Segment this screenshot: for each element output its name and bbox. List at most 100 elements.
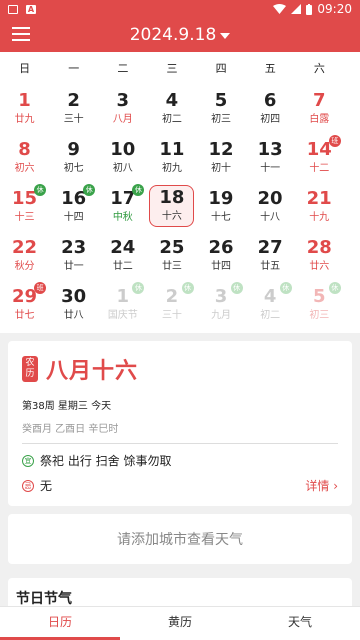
holiday-badge: 休 <box>132 184 145 196</box>
day-cell[interactable]: 21 十九 <box>295 182 344 231</box>
lunar-date: 八月十六 <box>46 359 139 384</box>
weekday-label: 五 <box>264 62 276 75</box>
day-cell[interactable]: 26 廿四 <box>197 231 246 280</box>
day-cell[interactable]: 1 国庆节 休 <box>98 280 147 329</box>
day-number: 12 <box>208 138 234 160</box>
day-cell[interactable]: 3 八月 <box>98 84 147 133</box>
wifi-icon <box>273 4 287 14</box>
ji-row: 忌 无 详情 › <box>22 477 338 494</box>
day-cell[interactable]: 12 初十 <box>197 133 246 182</box>
day-cell[interactable]: 6 初四 <box>246 84 295 133</box>
day-cell[interactable]: 22 秋分 <box>0 231 49 280</box>
lunar-day: 三十 <box>161 309 182 321</box>
calendar: 日一二三四五六 1 廿九 2 三十 3 八月 4 初二 5 初三 6 初四 7 白露 8 初六 9 初七 10 初八 1… <box>0 52 360 333</box>
day-number: 28 <box>306 236 332 258</box>
day-cell[interactable]: 7 白露 <box>295 84 344 133</box>
signal-icon <box>291 4 302 14</box>
lunar-day: 八月 <box>112 113 133 125</box>
day-cell[interactable]: 23 廿一 <box>49 231 98 280</box>
lunar-day: 廿六 <box>309 260 330 272</box>
holiday-badge: 休 <box>279 282 292 294</box>
lunar-day: 初八 <box>112 162 133 174</box>
day-number: 11 <box>159 138 185 160</box>
lunar-day: 十三 <box>14 211 35 223</box>
festival-title: 节日节气 <box>16 591 72 607</box>
day-cell[interactable]: 16 十四休 <box>49 182 98 231</box>
tab-0[interactable]: 日历 <box>0 607 120 640</box>
day-cell[interactable]: 5 初三 <box>197 84 246 133</box>
day-cell[interactable]: 14 十二 班 <box>295 133 344 182</box>
day-cell[interactable]: 17 中秋休 <box>98 182 147 231</box>
day-number: 2 <box>165 285 179 307</box>
day-cell[interactable]: 15 十三休 <box>0 182 49 231</box>
battery-icon <box>306 3 313 15</box>
day-number: 25 <box>159 236 185 258</box>
tab-bar: 日历 黄历 天气 <box>0 606 360 640</box>
lunar-day: 初三 <box>309 309 330 321</box>
lunar-day: 初四 <box>260 113 281 125</box>
holiday-badge: 休 <box>230 282 243 294</box>
day-cell[interactable]: 29 廿七班 <box>0 280 49 329</box>
day-cell[interactable]: 28 廿六 <box>295 231 344 280</box>
day-cell[interactable]: 10 初八 <box>98 133 147 182</box>
lunar-tag: 农 历 <box>22 356 38 382</box>
day-number: 14 <box>306 138 332 160</box>
day-cell[interactable]: 1 廿九 <box>0 84 49 133</box>
weekday-label: 二 <box>117 62 129 75</box>
day-number: 18 <box>159 187 185 208</box>
detail-link[interactable]: 详情 › <box>305 477 338 494</box>
lunar-day: 初十 <box>211 162 232 174</box>
day-number: 7 <box>313 89 326 111</box>
day-cell[interactable]: 4 初二 休 <box>246 280 295 329</box>
image-icon <box>8 4 18 14</box>
day-cell[interactable]: 4 初二 <box>147 84 196 133</box>
day-cell[interactable]: 30 廿八 <box>49 280 98 329</box>
day-number: 5 <box>313 285 326 307</box>
ji-text: 无 <box>40 479 53 493</box>
lunar-day: 廿五 <box>260 260 281 272</box>
day-number: 4 <box>165 89 179 111</box>
day-number: 23 <box>61 236 87 258</box>
lunar-day: 三十 <box>63 113 84 125</box>
yi-icon: 宜 <box>22 454 34 467</box>
weather-card[interactable]: 请添加城市查看天气 <box>8 514 352 564</box>
calendar-grid: 1 廿九 2 三十 3 八月 4 初二 5 初三 6 初四 7 白露 8 初六 9 初七 10 初八 11 初九 12 初十 1… <box>0 84 360 329</box>
day-number: 3 <box>116 89 130 111</box>
day-cell[interactable]: 8 初六 <box>0 133 49 182</box>
day-cell[interactable]: 13 十一 <box>246 133 295 182</box>
day-number: 2 <box>67 89 80 111</box>
day-cell[interactable]: 2 三十 <box>49 84 98 133</box>
yi-text: 祭祀 出行 扫舍 馀事勿取 <box>40 454 172 468</box>
menu-icon[interactable] <box>12 27 30 43</box>
caret-down-icon <box>220 33 231 39</box>
lunar-day: 十六 <box>161 211 182 222</box>
day-cell[interactable]: 9 初七 <box>49 133 98 182</box>
tab-1[interactable]: 黄历 <box>120 607 240 640</box>
day-cell[interactable]: 11 初九 <box>147 133 196 182</box>
weekday-label: 日 <box>19 62 31 75</box>
workday-badge: 班 <box>328 135 341 147</box>
day-cell[interactable]: 27 廿五 <box>246 231 295 280</box>
day-cell[interactable]: 20 十八 <box>246 182 295 231</box>
day-cell[interactable]: 3 九月 休 <box>197 280 246 329</box>
day-cell[interactable]: 25 廿三 <box>147 231 196 280</box>
status-time: 09:20 <box>317 2 352 16</box>
weekday-label: 四 <box>215 62 227 75</box>
weekday-label: 三 <box>166 62 178 75</box>
day-cell-selected[interactable]: 18 十六 <box>149 185 195 227</box>
day-cell[interactable]: 2 三十 休 <box>147 280 196 329</box>
day-number: 1 <box>18 89 31 111</box>
day-cell[interactable]: 24 廿二 <box>98 231 147 280</box>
yi-row: 宜 祭祀 出行 扫舍 馀事勿取 <box>22 452 338 469</box>
lunar-card: 农 历 八月十六 第38周 星期三 今天 癸酉月 乙酉日 辛巳时 宜 祭祀 出行… <box>8 341 352 506</box>
day-number: 21 <box>306 187 332 209</box>
lunar-day: 国庆节 <box>107 309 138 321</box>
holiday-badge: 休 <box>328 282 341 294</box>
month-picker[interactable]: 2024.9.18 <box>130 25 231 45</box>
weekday-label: 六 <box>313 62 325 75</box>
day-cell[interactable]: 5 初三 休 <box>295 280 344 329</box>
day-number: 22 <box>12 236 38 258</box>
tab-2[interactable]: 天气 <box>240 607 360 640</box>
holiday-badge: 休 <box>181 282 194 294</box>
day-cell[interactable]: 19 十七 <box>196 182 245 231</box>
